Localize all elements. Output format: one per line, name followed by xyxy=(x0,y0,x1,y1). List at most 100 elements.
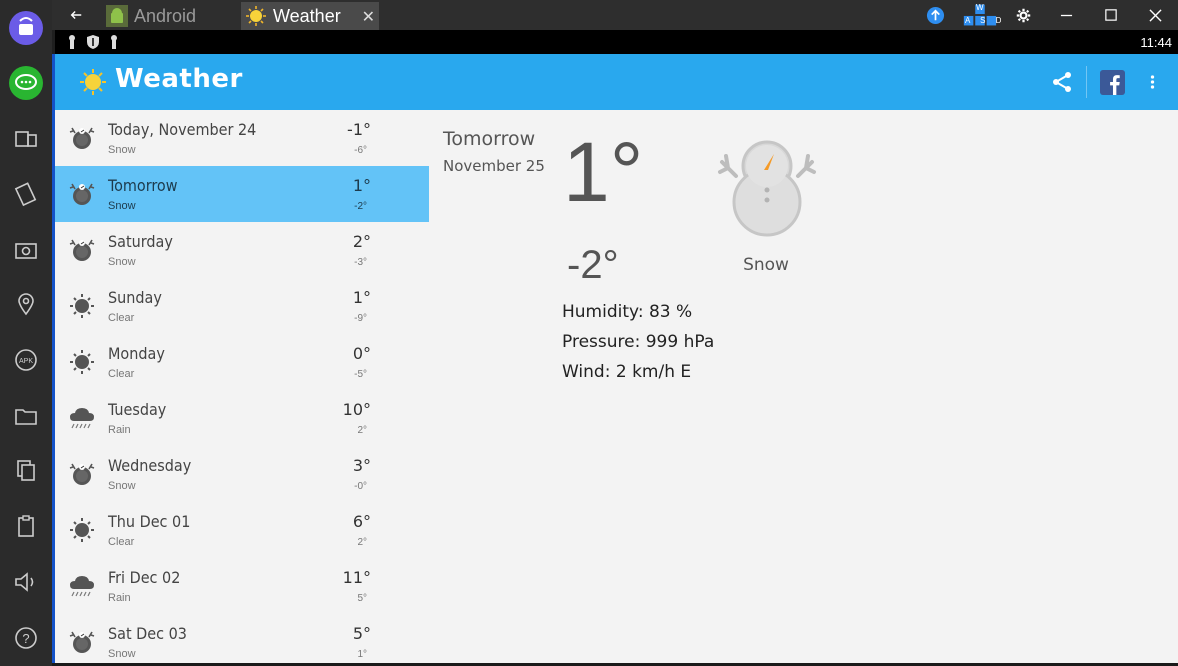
forecast-day: Tomorrow xyxy=(108,176,178,195)
keyboard-key-w: W xyxy=(976,3,984,12)
maximize-button[interactable] xyxy=(1096,3,1126,27)
forecast-row[interactable]: Tomorrow Snow 1° -2° xyxy=(55,166,429,222)
forecast-condition: Clear xyxy=(108,368,135,380)
paste-button[interactable] xyxy=(0,506,52,546)
tab-android[interactable]: Android xyxy=(102,2,238,30)
forecast-condition: Snow xyxy=(108,144,136,156)
rotate-button[interactable] xyxy=(0,174,52,214)
copy-button[interactable] xyxy=(0,450,52,490)
clear-icon xyxy=(70,294,94,318)
forecast-detail: Tomorrow November 25 1° -2° Snow Humidit… xyxy=(429,110,1178,663)
help-button[interactable]: ? xyxy=(0,618,52,658)
folder-icon xyxy=(15,409,37,425)
forecast-day: Today, November 24 xyxy=(108,120,257,139)
rain-icon xyxy=(70,576,94,597)
forecast-condition: Rain xyxy=(108,592,131,604)
forecast-high-temp: 1° xyxy=(352,288,371,307)
location-button[interactable] xyxy=(0,284,52,324)
app-logo-sun-icon xyxy=(80,69,106,95)
upload-icon xyxy=(926,6,944,24)
clipboard-icon xyxy=(18,515,34,537)
forecast-low-temp: -3° xyxy=(354,257,367,268)
emulator-sidebar: APK ? xyxy=(0,0,52,666)
status-icons xyxy=(67,35,119,49)
forecast-row[interactable]: Sunday Clear 1° -9° xyxy=(55,278,429,334)
svg-text:?: ? xyxy=(22,631,29,646)
back-button[interactable] xyxy=(64,4,88,26)
forecast-low-temp: -5° xyxy=(354,369,367,380)
facebook-icon xyxy=(1099,69,1125,95)
sun-icon xyxy=(245,5,267,27)
forecast-low-temp: -2° xyxy=(354,201,367,212)
clear-icon xyxy=(70,518,94,542)
forecast-high-temp: 6° xyxy=(352,512,371,531)
folder-button[interactable] xyxy=(0,396,52,436)
forecast-row[interactable]: Saturday Snow 2° -3° xyxy=(55,222,429,278)
chat-button[interactable] xyxy=(0,63,52,103)
multi-instance-button[interactable] xyxy=(0,119,52,159)
forecast-row[interactable]: Wednesday Snow 3° -0° xyxy=(55,446,429,502)
upload-button[interactable] xyxy=(920,3,950,27)
rotate-icon xyxy=(14,182,37,207)
keyboard-keys-asd: A S D xyxy=(965,16,1006,25)
appbar-divider xyxy=(1086,66,1087,98)
apk-icon: APK xyxy=(15,349,37,371)
snow-icon xyxy=(69,127,95,149)
detail-day: Tomorrow xyxy=(443,128,536,150)
detail-wind: Wind: 2 km/h E xyxy=(562,362,692,382)
forecast-list: Today, November 24 Snow -1° -6° Tomorrow Snow… xyxy=(55,110,429,663)
tab-close-button[interactable]: ✕ xyxy=(362,7,375,27)
forecast-low-temp: -0° xyxy=(354,481,367,492)
forecast-condition: Snow xyxy=(108,480,136,492)
forecast-row[interactable]: Sat Dec 03 Snow 5° 1° xyxy=(55,614,429,666)
notification-icon-2 xyxy=(111,35,117,49)
detail-high-temp: 1° xyxy=(563,125,644,219)
keyboard-mapping-button[interactable]: W A S D xyxy=(960,3,1001,27)
app-center-icon xyxy=(9,11,43,45)
forecast-high-temp: 10° xyxy=(342,400,371,419)
forecast-condition: Clear xyxy=(108,536,135,548)
snowman-icon xyxy=(718,140,816,237)
apk-install-button[interactable]: APK xyxy=(0,340,52,380)
forecast-low-temp: 5° xyxy=(357,593,367,604)
minimize-icon xyxy=(1060,14,1072,16)
forecast-row[interactable]: Monday Clear 0° -5° xyxy=(55,334,429,390)
screenshot-button[interactable] xyxy=(0,230,52,270)
share-button[interactable] xyxy=(1042,64,1082,100)
shield-icon xyxy=(87,35,99,49)
forecast-high-temp: 11° xyxy=(342,568,371,587)
close-button[interactable] xyxy=(1140,3,1170,27)
title-bar: Android Weather ✕ W A S D xyxy=(52,0,1178,30)
app-bar: Weather xyxy=(55,54,1178,110)
multi-window-icon xyxy=(15,131,37,147)
forecast-low-temp: 2° xyxy=(357,425,367,436)
forecast-high-temp: 1° xyxy=(352,176,371,195)
forecast-high-temp: 3° xyxy=(352,456,371,475)
facebook-button[interactable] xyxy=(1092,64,1132,100)
settings-button[interactable] xyxy=(1008,3,1038,27)
overflow-menu-button[interactable] xyxy=(1132,64,1172,100)
gear-icon xyxy=(1016,8,1030,22)
status-clock: 11:44 xyxy=(1140,35,1172,50)
window-border-left xyxy=(52,54,55,663)
forecast-high-temp: 2° xyxy=(352,232,371,251)
forecast-row[interactable]: Fri Dec 02 Rain 11° 5° xyxy=(55,558,429,614)
snow-icon xyxy=(69,239,95,261)
forecast-low-temp: -9° xyxy=(354,313,367,324)
forecast-day: Thu Dec 01 xyxy=(108,512,191,531)
forecast-row[interactable]: Thu Dec 01 Clear 6° 2° xyxy=(55,502,429,558)
volume-button[interactable] xyxy=(0,562,52,602)
forecast-high-temp: 0° xyxy=(352,344,371,363)
forecast-day: Tuesday xyxy=(108,400,167,419)
more-vert-icon xyxy=(1150,75,1154,89)
forecast-day: Sunday xyxy=(108,288,162,307)
main-content: Today, November 24 Snow -1° -6° Tomorrow Snow… xyxy=(55,110,1178,663)
minimize-button[interactable] xyxy=(1051,3,1081,27)
camera-icon xyxy=(15,243,37,259)
forecast-low-temp: 1° xyxy=(357,649,367,660)
tab-weather[interactable]: Weather ✕ xyxy=(241,2,379,30)
forecast-row[interactable]: Tuesday Rain 10° 2° xyxy=(55,390,429,446)
forecast-row[interactable]: Today, November 24 Snow -1° -6° xyxy=(55,110,429,166)
app-center-button[interactable] xyxy=(0,8,52,48)
snow-icon xyxy=(69,631,95,653)
